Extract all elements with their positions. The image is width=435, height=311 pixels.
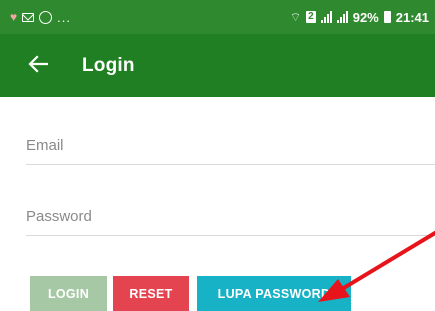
wifi-icon: ⌔ <box>289 9 302 24</box>
status-bar-right: ⌔ 2 92% 21:41 <box>290 10 429 25</box>
battery-percent: 92% <box>352 9 379 25</box>
back-arrow-icon[interactable] <box>28 54 68 77</box>
login-screen: ♥ ... ⌔ 2 92% 21:41 Login Email LOGIN RE… <box>0 0 435 311</box>
status-bar: ♥ ... ⌔ 2 92% 21:41 <box>0 0 435 34</box>
back-arrow-svg <box>28 54 49 73</box>
email-input[interactable] <box>26 121 435 164</box>
email-field <box>26 121 435 165</box>
status-bar-left: ♥ ... <box>10 10 71 25</box>
battery-icon <box>383 11 391 23</box>
signal-icon-2 <box>336 11 348 23</box>
app-bar: Login <box>0 34 435 97</box>
page-title: Login <box>82 54 135 76</box>
password-field <box>26 192 435 236</box>
more-notifications-text: ... <box>57 9 71 25</box>
mail-icon <box>22 12 35 22</box>
signal-icon <box>320 11 332 23</box>
password-input[interactable] <box>26 192 435 235</box>
lupa-password-button[interactable]: LUPA PASSWORD <box>197 276 351 311</box>
heart-icon: ♥ <box>10 10 18 24</box>
reset-button[interactable]: RESET <box>113 276 189 311</box>
login-button[interactable]: LOGIN <box>30 276 107 311</box>
whatsapp-icon <box>39 10 53 24</box>
clock: 21:41 <box>395 9 429 25</box>
sim-indicator: 2 <box>306 11 316 23</box>
